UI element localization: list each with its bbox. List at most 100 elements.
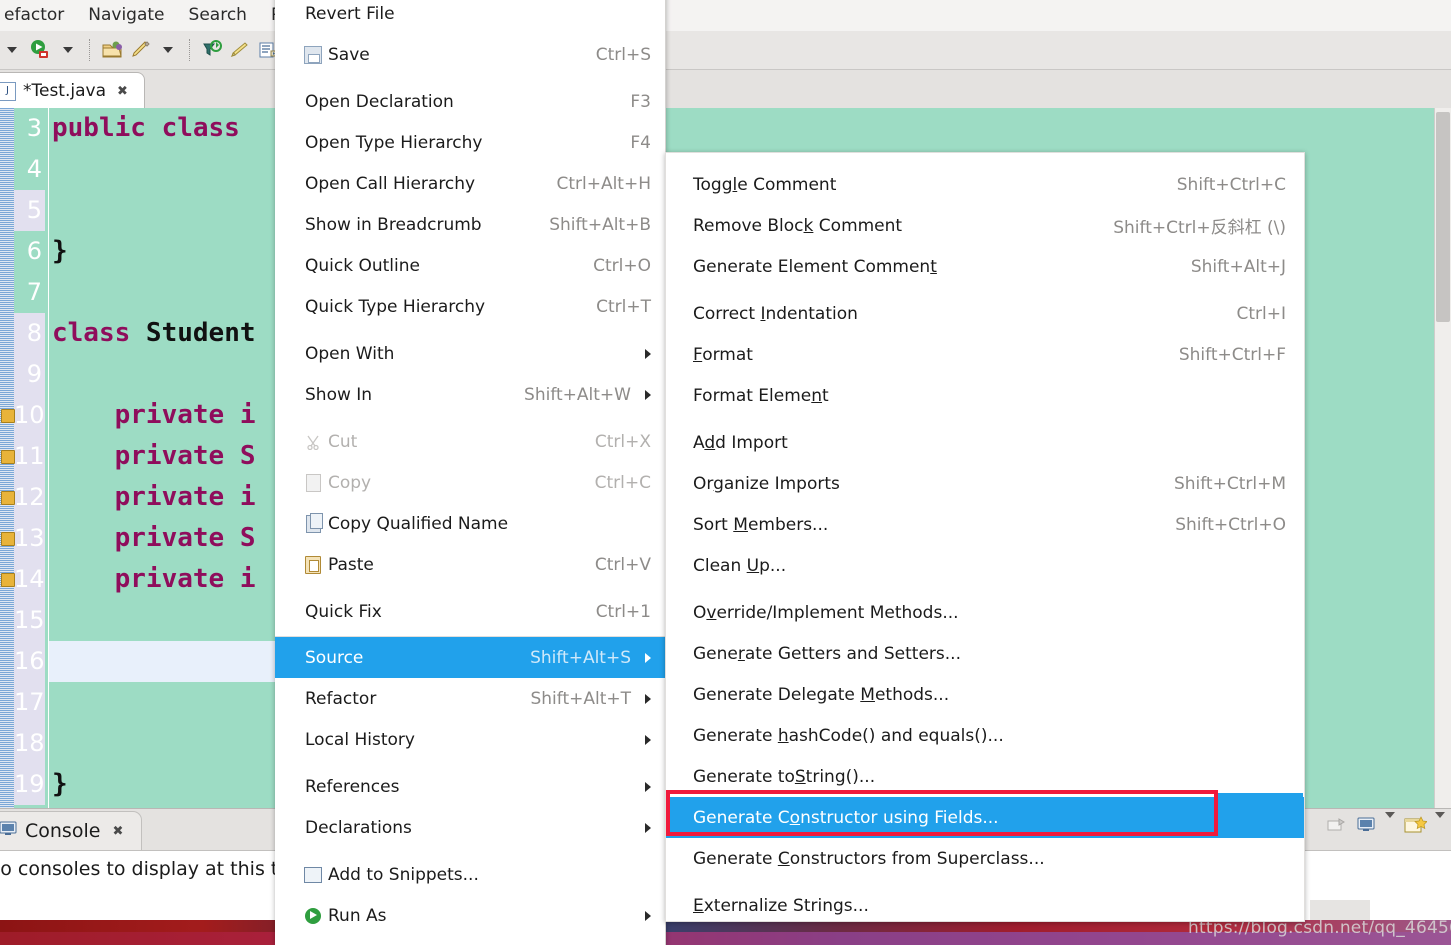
search-refresh-icon[interactable]: [198, 36, 226, 64]
menu-item-label: Refactor: [305, 688, 377, 709]
menu-item-source[interactable]: Source Shift+Alt+S: [275, 637, 665, 678]
menu-item-refactor[interactable]: Refactor Shift+Alt+T: [275, 678, 665, 719]
menu-navigate[interactable]: Navigate: [76, 0, 176, 31]
submenu-item-format[interactable]: Format Shift+Ctrl+F: [666, 334, 1304, 375]
submenu-item-generate-element-comment[interactable]: Generate Element Comment Shift+Alt+J: [666, 246, 1304, 287]
pencil-edit-icon[interactable]: [126, 36, 154, 64]
menu-item-accelerator: Shift+Ctrl+反斜杠 (\): [1113, 218, 1286, 238]
menu-item-accelerator: Ctrl+1: [595, 601, 651, 622]
menu-item-paste[interactable]: Paste Ctrl+V: [275, 544, 665, 585]
menu-item-add-to-snippets[interactable]: Add to Snippets...: [275, 854, 665, 895]
menu-item-accelerator: Shift+Ctrl+O: [1175, 514, 1286, 535]
submenu-item-toggle-comment[interactable]: Toggle Comment Shift+Ctrl+C: [666, 164, 1304, 205]
tab-close-icon[interactable]: ✖: [117, 84, 128, 99]
menu-item-show-in-breadcrumb[interactable]: Show in Breadcrumb Shift+Alt+B: [275, 204, 665, 245]
dropdown-arrow-run-icon[interactable]: [54, 36, 82, 64]
submenu-item-generate-delegate-methods[interactable]: Generate Delegate Methods...: [666, 674, 1304, 715]
menu-item-open-declaration[interactable]: Open Declaration F3: [275, 81, 665, 122]
new-console-view-icon[interactable]: [1403, 815, 1428, 839]
java-file-icon: J: [0, 81, 16, 101]
main-toolbar: [0, 31, 1451, 89]
menu-refactor[interactable]: efactor: [0, 0, 76, 31]
menu-item-open-call-hierarchy[interactable]: Open Call Hierarchy Ctrl+Alt+H: [275, 163, 665, 204]
menu-item-label: Add Import: [693, 432, 788, 453]
menu-item-label: Open Type Hierarchy: [305, 132, 483, 153]
menu-item-label: Generate Getters and Setters...: [693, 643, 961, 664]
warning-marker-icon[interactable]: [1, 450, 15, 464]
submenu-item-generate-constructor-using-fields[interactable]: Generate Constructor using Fields...: [666, 797, 1304, 838]
submenu-item-add-import[interactable]: Add Import: [666, 422, 1304, 463]
menu-item-references[interactable]: References: [275, 766, 665, 807]
menu-item-label: Source: [305, 647, 364, 668]
pin-console-icon[interactable]: [1325, 815, 1347, 839]
menu-item-accelerator: Ctrl+O: [593, 255, 651, 276]
menu-item-quick-fix[interactable]: Quick Fix Ctrl+1: [275, 591, 665, 632]
menu-item-label: Format Element: [693, 385, 829, 406]
console-view-menu-arrow-icon[interactable]: [1435, 812, 1445, 836]
menu-item-label: Open With: [305, 343, 395, 364]
code-line: private i: [52, 564, 256, 594]
menu-item-label: Copy: [328, 472, 372, 493]
source-submenu[interactable]: Toggle Comment Shift+Ctrl+C Remove Block…: [665, 152, 1305, 922]
console-dropdown-arrow-icon[interactable]: [1385, 812, 1395, 836]
console-tab-close-icon[interactable]: ✖: [112, 824, 123, 839]
warning-marker-icon[interactable]: [1, 491, 15, 505]
line-number: 10: [14, 401, 45, 429]
console-icon: [0, 820, 17, 842]
submenu-item-sort-members[interactable]: Sort Members... Shift+Ctrl+O: [666, 504, 1304, 545]
line-number: 3: [26, 114, 42, 142]
menu-item-accelerator: Ctrl+I: [1236, 303, 1286, 324]
editor-tab-test-java[interactable]: J *Test.java ✖: [0, 72, 145, 109]
menu-item-show-in[interactable]: Show In Shift+Alt+W: [275, 374, 665, 415]
scrollbar-thumb[interactable]: [1436, 112, 1450, 322]
menu-item-copy-qualified-name[interactable]: Copy Qualified Name: [275, 503, 665, 544]
run-icon: [304, 907, 322, 925]
submenu-item-generate-tostring[interactable]: Generate toString()...: [666, 756, 1304, 797]
submenu-item-format-element[interactable]: Format Element: [666, 375, 1304, 416]
menu-item-accelerator: F4: [630, 132, 651, 153]
menu-item-accelerator: Ctrl+C: [594, 472, 651, 493]
menu-item-open-type-hierarchy[interactable]: Open Type Hierarchy F4: [275, 122, 665, 163]
code-line: private S: [52, 523, 256, 553]
editor-tab-label: *Test.java: [23, 81, 106, 101]
submenu-arrow-icon: [645, 822, 651, 833]
line-number: 4: [26, 155, 42, 183]
submenu-arrow-icon: [645, 734, 651, 745]
console-tab[interactable]: Console ✖: [0, 811, 143, 850]
menu-item-revert-file[interactable]: Revert File: [275, 0, 665, 34]
submenu-item-override-implement-methods[interactable]: Override/Implement Methods...: [666, 592, 1304, 633]
run-icon[interactable]: [26, 36, 54, 64]
submenu-item-generate-hashcode-and-equals[interactable]: Generate hashCode() and equals()...: [666, 715, 1304, 756]
dropdown-arrow-edit-icon[interactable]: [154, 36, 182, 64]
code-line: private S: [52, 441, 256, 471]
warning-marker-icon[interactable]: [1, 573, 15, 587]
gutter-separator: [48, 108, 49, 808]
menu-item-label: Show in Breadcrumb: [305, 214, 482, 235]
line-number: 5: [26, 196, 42, 224]
submenu-item-organize-imports[interactable]: Organize Imports Shift+Ctrl+M: [666, 463, 1304, 504]
menu-item-quick-outline[interactable]: Quick Outline Ctrl+O: [275, 245, 665, 286]
submenu-item-clean-up[interactable]: Clean Up...: [666, 545, 1304, 586]
menu-item-open-with[interactable]: Open With: [275, 333, 665, 374]
new-folder-icon[interactable]: [98, 36, 126, 64]
highlighter-icon[interactable]: [226, 36, 254, 64]
code-line: class Student: [52, 318, 256, 348]
submenu-item-remove-block-comment[interactable]: Remove Block Comment Shift+Ctrl+反斜杠 (\): [666, 205, 1304, 246]
menu-item-save[interactable]: Save Ctrl+S: [275, 34, 665, 75]
submenu-item-correct-indentation[interactable]: Correct Indentation Ctrl+I: [666, 293, 1304, 334]
menu-item-local-history[interactable]: Local History: [275, 719, 665, 760]
display-console-icon[interactable]: [1355, 815, 1377, 839]
menu-item-label: Local History: [305, 729, 415, 750]
warning-marker-icon[interactable]: [1, 532, 15, 546]
submenu-item-generate-getters-and-setters[interactable]: Generate Getters and Setters...: [666, 633, 1304, 674]
editor-vertical-scrollbar[interactable]: [1434, 108, 1451, 808]
submenu-item-externalize-strings[interactable]: Externalize Strings...: [666, 885, 1304, 926]
menu-item-quick-type-hierarchy[interactable]: Quick Type Hierarchy Ctrl+T: [275, 286, 665, 327]
submenu-item-generate-constructors-from-superclass[interactable]: Generate Constructors from Superclass...: [666, 838, 1304, 879]
menu-item-declarations[interactable]: Declarations: [275, 807, 665, 848]
warning-marker-icon[interactable]: [1, 409, 15, 423]
editor-context-menu[interactable]: Revert File Save Ctrl+S Open Declaration…: [275, 0, 666, 945]
menu-item-run-as[interactable]: Run As: [275, 895, 665, 936]
dropdown-arrow-debug-icon[interactable]: [0, 36, 26, 64]
menu-search[interactable]: Search: [177, 0, 259, 31]
